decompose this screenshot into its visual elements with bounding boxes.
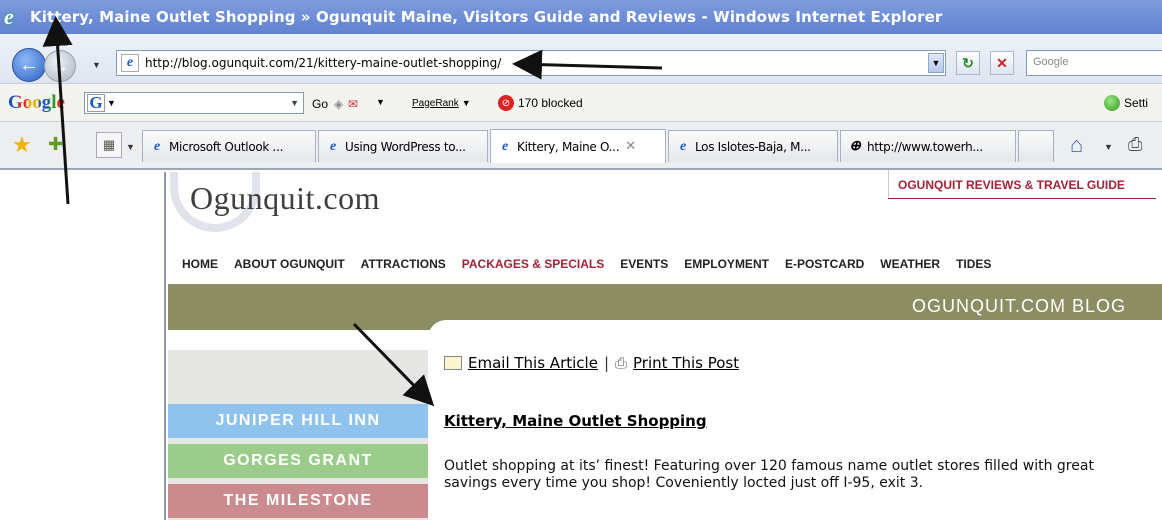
address-dropdown-button[interactable]: ▼: [928, 53, 944, 73]
tab-outlook[interactable]: e Microsoft Outlook ...: [142, 130, 316, 162]
sidebar-the-milestone[interactable]: THE MILESTONE: [168, 484, 428, 518]
refresh-button[interactable]: ↻: [956, 51, 980, 75]
stop-icon: ✕: [996, 54, 1008, 71]
url-text[interactable]: http://blog.ogunquit.com/21/kittery-main…: [145, 56, 501, 70]
chevron-down-icon[interactable]: ▼: [376, 97, 385, 107]
chevron-down-icon: ▼: [107, 98, 116, 108]
chevron-down-icon: ▼: [931, 58, 941, 68]
tab-wordpress[interactable]: e Using WordPress to...: [318, 130, 488, 162]
article-body: Outlet shopping at its’ finest! Featurin…: [444, 458, 1094, 491]
tab-label: Using WordPress to...: [345, 139, 466, 154]
home-dropdown-icon[interactable]: ▼: [1104, 142, 1113, 152]
nav-attractions[interactable]: ATTRACTIONS: [361, 257, 446, 271]
back-button[interactable]: ←: [12, 48, 46, 82]
search-input[interactable]: Google: [1026, 50, 1162, 76]
nav-events[interactable]: EVENTS: [620, 257, 668, 271]
pagerank-label: PageRank: [412, 97, 459, 109]
print-icon: ⎙: [615, 354, 628, 372]
nav-home[interactable]: HOME: [182, 257, 218, 271]
travel-guide-link[interactable]: OGUNQUIT REVIEWS & TRAVEL GUIDE: [898, 178, 1125, 192]
add-favorites-icon[interactable]: ✚: [48, 134, 63, 155]
article-title[interactable]: Kittery, Maine Outlet Shopping: [444, 412, 707, 430]
ie-logo-icon: e: [4, 4, 14, 29]
nav-packages[interactable]: PACKAGES & SPECIALS: [462, 257, 604, 271]
tab-label: Los Islotes-Baja, M...: [695, 139, 811, 154]
email-icon: [444, 356, 462, 370]
globe-tab-icon: ⊕: [849, 139, 861, 154]
nav-weather[interactable]: WEATHER: [880, 257, 940, 271]
guide-divider: [888, 170, 889, 198]
home-icon[interactable]: ⌂: [1070, 132, 1083, 158]
settings-label: Setti: [1124, 96, 1149, 110]
history-dropdown-icon[interactable]: ▼: [92, 60, 101, 70]
new-tab-button[interactable]: [1018, 130, 1054, 162]
blog-title[interactable]: OGUNQUIT.COM BLOG: [912, 296, 1126, 317]
stop-button[interactable]: ✕: [990, 51, 1014, 75]
ie-tab-icon: e: [330, 138, 336, 154]
ie-tab-icon: e: [154, 138, 160, 154]
print-post-link[interactable]: Print This Post: [633, 354, 739, 372]
google-logo[interactable]: Google: [8, 92, 65, 114]
tab-towerh[interactable]: ⊕ http://www.towerh...: [840, 130, 1016, 162]
pagerank-indicator[interactable]: PageRank ▼: [412, 92, 484, 114]
settings-icon: [1104, 95, 1120, 111]
article-actions: Email This Article | ⎙ Print This Post: [444, 354, 739, 372]
diamond-icon: ◈: [334, 97, 344, 111]
settings-button[interactable]: Setti: [1104, 95, 1148, 111]
quick-tabs-button[interactable]: ▦: [96, 132, 122, 158]
separator: |: [603, 354, 609, 372]
window-title: Kittery, Maine Outlet Shopping » Ogunqui…: [30, 8, 943, 26]
main-nav: HOME ABOUT OGUNQUIT ATTRACTIONS PACKAGES…: [182, 257, 1007, 271]
page-icon: e: [121, 54, 139, 72]
ie-tab-icon: e: [502, 138, 508, 154]
chevron-down-icon: ▼: [461, 98, 471, 108]
tab-los-islotes[interactable]: e Los Islotes-Baja, M...: [668, 130, 838, 162]
forward-button[interactable]: →: [44, 50, 76, 82]
google-g-icon: G: [87, 93, 105, 112]
tab-label: http://www.towerh...: [867, 139, 983, 154]
grid-icon: ▦: [102, 137, 116, 152]
tab-kittery[interactable]: e Kittery, Maine O... ✕: [490, 129, 666, 163]
tab-label: Kittery, Maine O...: [517, 139, 620, 154]
go-button[interactable]: Go: [312, 97, 328, 111]
arrow-right-icon: →: [51, 55, 69, 76]
nav-employment[interactable]: EMPLOYMENT: [684, 257, 769, 271]
sidebar-gorges-grant[interactable]: GORGES GRANT: [168, 444, 428, 478]
nav-tides[interactable]: TIDES: [956, 257, 991, 271]
tab-list-dropdown-icon[interactable]: ▼: [126, 142, 135, 152]
site-logo[interactable]: Ogunquit.com: [190, 180, 380, 217]
nav-epostcard[interactable]: E-POSTCARD: [785, 257, 864, 271]
refresh-icon: ↻: [962, 54, 974, 71]
email-article-link[interactable]: Email This Article: [468, 354, 598, 372]
close-icon[interactable]: ✕: [625, 139, 636, 154]
mail-icon[interactable]: ✉: [348, 97, 358, 111]
guide-underline: [888, 198, 1156, 199]
sidebar-juniper-hill-inn[interactable]: JUNIPER HILL INN: [168, 404, 428, 438]
window-title-bar[interactable]: e Kittery, Maine Outlet Shopping » Ogunq…: [0, 0, 1162, 34]
blocked-count: 170 blocked: [518, 96, 583, 110]
nav-about[interactable]: ABOUT OGUNQUIT: [234, 257, 345, 271]
left-blank-pane: [0, 172, 166, 520]
arrow-left-icon: ←: [19, 53, 39, 76]
ie-tab-icon: e: [680, 138, 686, 154]
google-search-box[interactable]: G ▼ ▼: [84, 92, 304, 114]
address-bar[interactable]: e http://blog.ogunquit.com/21/kittery-ma…: [116, 50, 946, 76]
print-icon[interactable]: ⎙: [1128, 134, 1142, 155]
favorites-star-icon[interactable]: ★: [12, 132, 32, 158]
popup-blocker[interactable]: ⊘ 170 blocked: [498, 95, 583, 111]
google-logo-text: Google: [8, 92, 65, 113]
tab-label: Microsoft Outlook ...: [169, 139, 284, 154]
blocked-icon: ⊘: [498, 95, 514, 111]
chevron-down-icon[interactable]: ▼: [290, 98, 299, 108]
